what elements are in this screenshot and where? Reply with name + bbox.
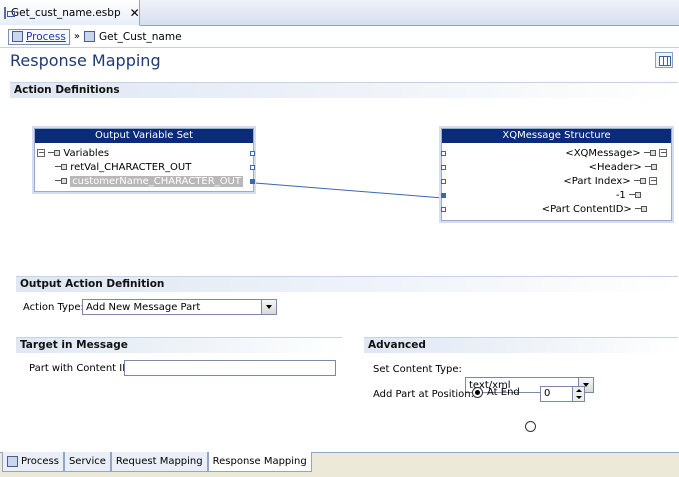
tree-item[interactable]: retVal_CHARACTER_OUT bbox=[55, 161, 191, 175]
xq-item[interactable]: <Header> bbox=[589, 161, 657, 175]
content-id-input[interactable] bbox=[124, 360, 336, 376]
position-index-radio[interactable] bbox=[525, 420, 536, 432]
content-id-label: Part with Content ID: bbox=[29, 363, 134, 374]
position-value: 0 bbox=[544, 388, 551, 399]
process-icon bbox=[7, 456, 18, 467]
xq-item-label: <XQMessage> bbox=[565, 148, 641, 159]
tab-process[interactable]: Process bbox=[2, 452, 64, 472]
collapse-icon[interactable]: − bbox=[659, 149, 667, 157]
port-handle[interactable] bbox=[250, 151, 255, 156]
tree-item-label: retVal_CHARACTER_OUT bbox=[70, 162, 192, 173]
xqmessage-structure-title: XQMessage Structure bbox=[442, 129, 671, 143]
output-variable-set-box: Output Variable Set − Variables retVal_C… bbox=[34, 128, 255, 192]
tab-label: Service bbox=[68, 456, 106, 467]
xq-item-label: <Part Index> bbox=[563, 176, 631, 187]
xq-item-label: -1 bbox=[615, 190, 626, 201]
node-icon bbox=[643, 149, 656, 157]
node-icon bbox=[55, 163, 67, 171]
tab-request-mapping[interactable]: Request Mapping bbox=[110, 452, 208, 472]
section-target-in-message: Target in Message bbox=[16, 337, 342, 353]
spinner-arrows-icon[interactable] bbox=[572, 387, 584, 401]
action-type-select[interactable]: Add New Message Part bbox=[82, 299, 277, 315]
tab-label: Request Mapping bbox=[115, 456, 203, 467]
position-spinner[interactable]: 0 bbox=[540, 386, 585, 402]
xq-item[interactable]: <Part ContentID> bbox=[542, 203, 647, 217]
node-icon bbox=[629, 191, 641, 199]
mapping-connector-layer bbox=[254, 182, 444, 199]
port-handle[interactable] bbox=[441, 179, 446, 184]
tab-service[interactable]: Service bbox=[63, 452, 111, 472]
xq-item[interactable]: <XQMessage> − bbox=[565, 147, 667, 161]
tree-root-variables[interactable]: − Variables bbox=[37, 147, 109, 161]
tab-label: Response Mapping bbox=[212, 456, 307, 467]
port-handle[interactable] bbox=[441, 165, 446, 170]
xq-item[interactable]: <Part Index> − bbox=[563, 175, 657, 189]
xqmessage-structure-box: XQMessage Structure <XQMessage> − <Heade… bbox=[441, 128, 672, 221]
action-type-label: Action Type: bbox=[23, 302, 84, 313]
port-handle[interactable] bbox=[441, 151, 446, 156]
xq-item[interactable]: -1 bbox=[616, 189, 641, 203]
node-icon bbox=[635, 205, 647, 213]
node-icon bbox=[633, 177, 646, 185]
port-handle[interactable] bbox=[441, 207, 446, 212]
tree-root-label: Variables bbox=[63, 148, 110, 159]
tab-label: Process bbox=[21, 456, 59, 467]
xq-item-label: <Header> bbox=[588, 162, 642, 173]
at-end-option[interactable]: At End bbox=[472, 387, 520, 398]
content-type-label: Set Content Type: bbox=[373, 364, 462, 375]
tree-item[interactable]: customerName_CHARACTER_OUT bbox=[55, 175, 243, 189]
section-advanced: Advanced bbox=[364, 337, 678, 353]
port-handle[interactable] bbox=[250, 165, 255, 170]
tree-item-label: customerName_CHARACTER_OUT bbox=[70, 176, 243, 187]
tab-response-mapping[interactable]: Response Mapping bbox=[207, 452, 312, 472]
collapse-icon[interactable]: − bbox=[649, 177, 657, 185]
node-icon bbox=[48, 149, 61, 157]
action-type-value: Add New Message Part bbox=[86, 301, 201, 313]
chevron-down-icon[interactable] bbox=[261, 300, 276, 314]
collapse-icon[interactable]: − bbox=[37, 149, 45, 157]
port-handle[interactable] bbox=[250, 179, 255, 184]
output-variable-set-title: Output Variable Set bbox=[35, 129, 253, 143]
node-icon bbox=[55, 177, 67, 185]
xq-item-label: <Part ContentID> bbox=[541, 204, 632, 215]
at-end-label: At End bbox=[487, 387, 520, 398]
section-output-action-definition: Output Action Definition bbox=[16, 276, 678, 292]
at-end-radio[interactable] bbox=[472, 387, 483, 398]
node-icon bbox=[645, 163, 657, 171]
port-handle[interactable] bbox=[441, 193, 446, 198]
bottom-tabs: Process Service Request Mapping Response… bbox=[2, 452, 312, 472]
mapping-link-line[interactable] bbox=[254, 182, 444, 199]
position-label: Add Part at Position: bbox=[373, 389, 474, 400]
